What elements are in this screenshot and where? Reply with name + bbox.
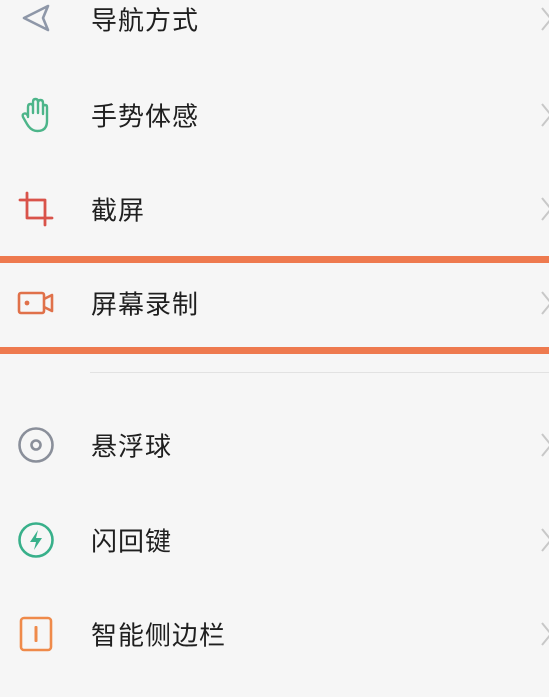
settings-item-floating-ball[interactable]: 悬浮球 [0, 398, 549, 492]
lightning-icon [14, 518, 58, 562]
section-divider [90, 372, 549, 373]
settings-item-screenshot[interactable]: 截屏 [0, 162, 549, 256]
floating-ball-icon [14, 423, 58, 467]
chevron-right-icon [539, 288, 549, 318]
settings-item-label: 手势体感 [91, 102, 200, 133]
settings-item-label: 导航方式 [91, 6, 200, 37]
chevron-right-icon [539, 100, 549, 130]
settings-item-label: 智能侧边栏 [91, 621, 227, 652]
highlight-bottom-line [0, 347, 549, 354]
settings-item-label: 屏幕录制 [91, 290, 200, 321]
chevron-right-icon [539, 525, 549, 555]
settings-item-gesture[interactable]: 手势体感 [0, 68, 549, 162]
settings-item-flashback-key[interactable]: 闪回键 [0, 493, 549, 587]
video-camera-icon [14, 281, 58, 325]
navigation-arrow-icon [14, 0, 58, 41]
settings-item-navigation[interactable]: 导航方式 [0, 0, 549, 66]
chevron-right-icon [539, 619, 549, 649]
chevron-right-icon [539, 430, 549, 460]
settings-item-label: 悬浮球 [91, 432, 173, 463]
settings-item-screen-recording[interactable]: 屏幕录制 [0, 256, 549, 350]
settings-item-label: 截屏 [91, 196, 146, 227]
sidebar-icon [14, 612, 58, 656]
chevron-right-icon [539, 4, 549, 34]
hand-gesture-icon [14, 93, 58, 137]
settings-item-label: 闪回键 [91, 527, 173, 558]
settings-item-smart-sidebar[interactable]: 智能侧边栏 [0, 587, 549, 681]
chevron-right-icon [539, 194, 549, 224]
crop-icon [14, 187, 58, 231]
settings-list: 导航方式 手势体感 截屏 屏幕录制 悬浮球 闪回键 智能侧边栏 [0, 0, 549, 697]
